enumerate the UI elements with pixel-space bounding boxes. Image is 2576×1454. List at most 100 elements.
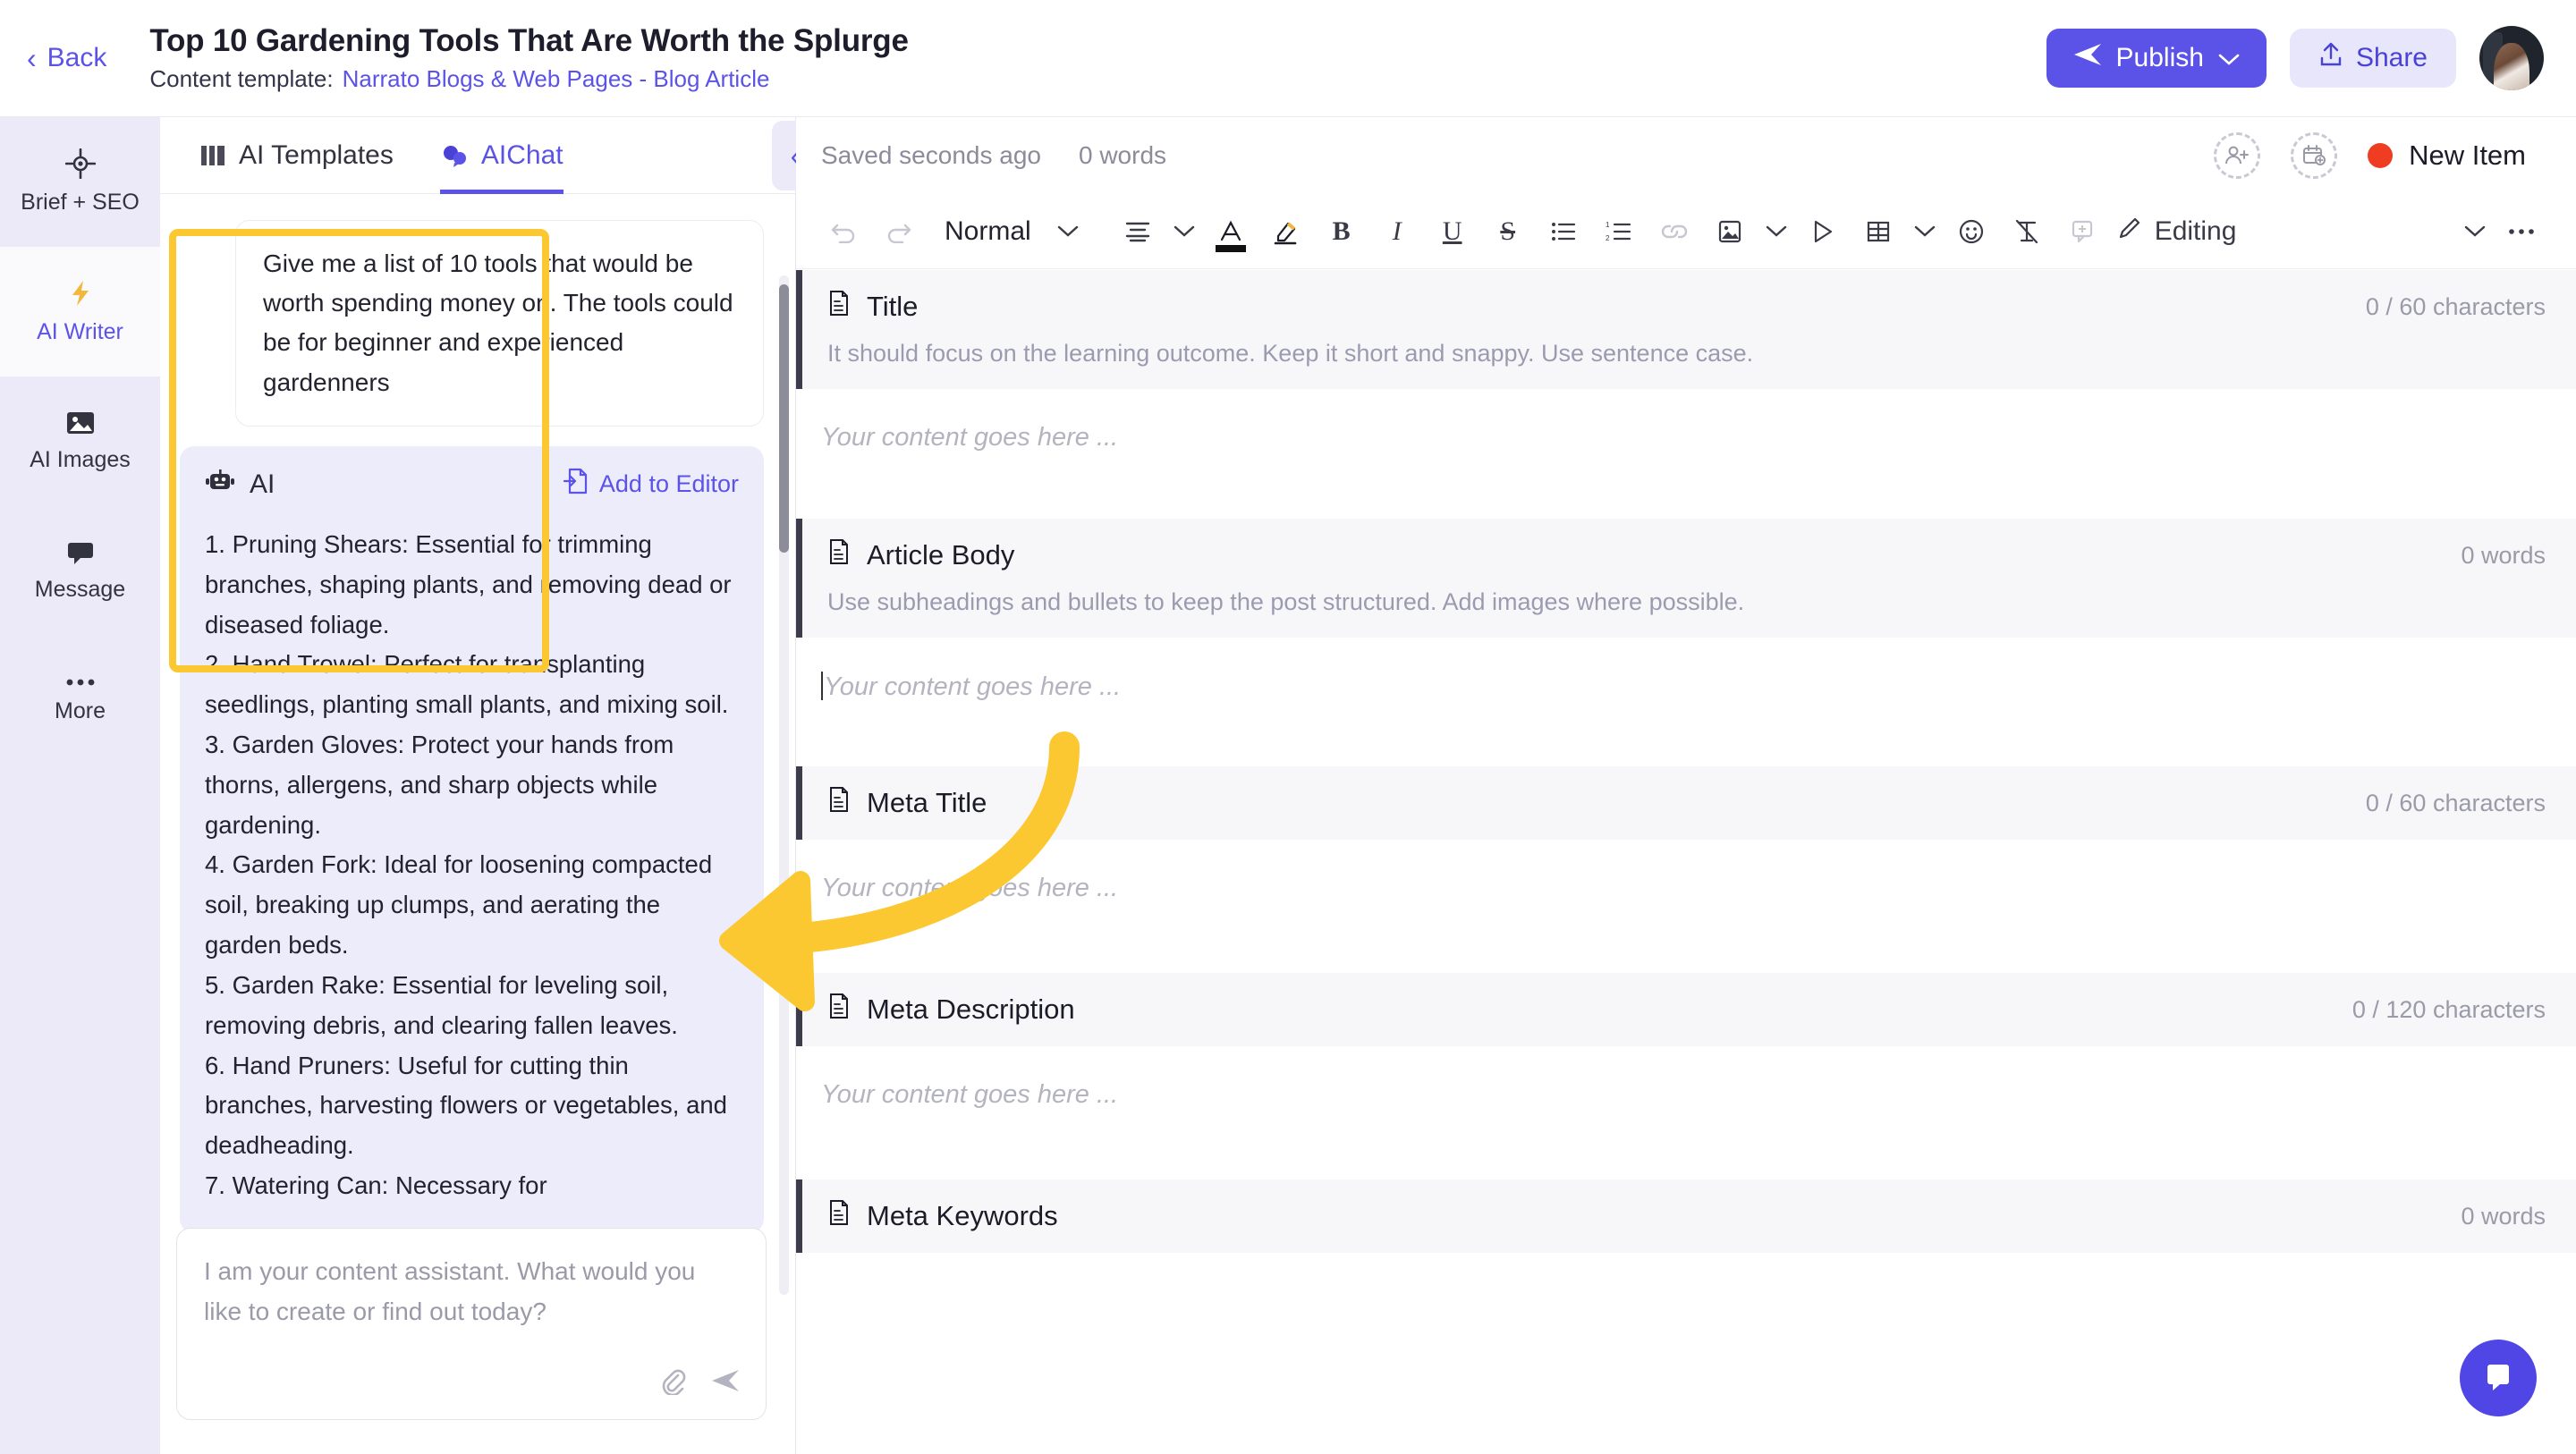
add-to-editor-label: Add to Editor <box>598 470 739 498</box>
tab-label-ai-templates: AI Templates <box>239 139 394 170</box>
upload-icon <box>2318 41 2343 75</box>
section-label: Article Body <box>867 539 1015 571</box>
sidebar-item-more[interactable]: More <box>0 636 160 765</box>
editing-mode-label: Editing <box>2154 216 2237 246</box>
ai-chat-panel: AI Templates AIChat ‹ Give me a list of … <box>160 117 818 1454</box>
emoji-icon[interactable] <box>1944 204 1999 259</box>
chevron-down-icon[interactable] <box>1906 204 1944 259</box>
chat-launcher-icon <box>2479 1357 2518 1400</box>
content-template-link[interactable]: Narrato Blogs & Web Pages - Blog Article <box>343 65 770 93</box>
link-icon[interactable] <box>1647 204 1702 259</box>
add-comment-icon[interactable] <box>2055 204 2110 259</box>
chevron-down-icon[interactable] <box>1049 204 1087 259</box>
numbered-list-icon[interactable]: 1 2 <box>1591 204 1647 259</box>
chevron-down-icon <box>2218 43 2240 73</box>
section-counter: 0 / 60 characters <box>2365 789 2546 816</box>
section-title-group: Title <box>827 290 918 324</box>
sidebar-label-more: More <box>55 698 106 723</box>
font-color-swatch <box>1215 244 1246 252</box>
chat-scrollbar-thumb[interactable] <box>779 284 789 553</box>
status-badge-new-item[interactable]: New Item <box>2368 139 2526 172</box>
italic-icon[interactable]: I <box>1369 204 1425 259</box>
chevron-down-icon[interactable] <box>2456 204 2494 259</box>
section-meta-description: Meta Description 0 / 120 characters Your… <box>796 973 2576 1110</box>
more-options-icon[interactable] <box>2494 204 2549 259</box>
page-title: Top 10 Gardening Tools That Are Worth th… <box>149 23 909 58</box>
chat-message-list[interactable]: Give me a list of 10 tools that would be… <box>160 195 796 1304</box>
attachment-icon[interactable] <box>658 1366 687 1399</box>
sidebar-item-ai-writer[interactable]: AI Writer <box>0 247 160 376</box>
ellipsis-icon <box>64 677 97 688</box>
insert-video-icon[interactable] <box>1795 204 1851 259</box>
chevron-down-icon[interactable] <box>1165 204 1203 259</box>
share-button[interactable]: Share <box>2289 29 2456 88</box>
clear-formatting-icon[interactable] <box>1999 204 2055 259</box>
section-placeholder: Your content goes here ... <box>821 423 1119 452</box>
text-caret <box>821 672 823 700</box>
section-counter: 0 / 120 characters <box>2351 995 2546 1023</box>
section-meta-keywords: Meta Keywords 0 words <box>796 1179 2576 1253</box>
add-to-editor-button[interactable]: Add to Editor <box>563 468 739 501</box>
section-placeholder: Your content goes here ... <box>821 1080 1119 1109</box>
title-block: Top 10 Gardening Tools That Are Worth th… <box>149 23 909 93</box>
section-title-group: Meta Title <box>827 786 987 820</box>
editor-status-bar: Saved seconds ago 0 words New Item <box>796 117 2576 194</box>
ai-sender: AI <box>205 468 275 502</box>
editing-mode-button[interactable]: Editing <box>2110 216 2237 248</box>
add-to-document-icon <box>563 468 589 501</box>
tab-aichat[interactable]: AIChat <box>440 117 564 194</box>
sidebar-item-message[interactable]: Message <box>0 506 160 636</box>
chevron-down-icon[interactable] <box>1758 204 1795 259</box>
undo-icon[interactable] <box>816 204 871 259</box>
add-assignee-button[interactable] <box>2214 132 2261 179</box>
tab-ai-templates[interactable]: AI Templates <box>199 117 394 194</box>
section-header: Meta Description 0 / 120 characters <box>796 973 2576 1046</box>
underline-icon[interactable]: U <box>1425 204 1480 259</box>
avatar[interactable] <box>2479 26 2544 90</box>
sidebar-item-brief-seo[interactable]: Brief + SEO <box>0 117 160 247</box>
insert-image-icon[interactable] <box>1702 204 1758 259</box>
sidebar-item-ai-images[interactable]: AI Images <box>0 376 160 506</box>
section-input-meta-title[interactable]: Your content goes here ... <box>796 840 2576 903</box>
target-icon <box>64 148 96 179</box>
section-hint: Use subheadings and bullets to keep the … <box>827 588 1745 615</box>
saved-status: Saved seconds ago <box>821 141 1041 169</box>
insert-table-icon[interactable] <box>1851 204 1906 259</box>
section-title-group: Meta Keywords <box>827 1199 1058 1233</box>
back-button[interactable]: ‹ Back <box>27 43 106 73</box>
ai-sender-label: AI <box>250 469 275 499</box>
lightning-icon <box>65 278 96 309</box>
word-count: 0 words <box>1078 141 1167 169</box>
strikethrough-icon[interactable]: S <box>1480 204 1536 259</box>
chat-input-placeholder: I am your content assistant. What would … <box>204 1257 696 1325</box>
chat-message-ai-body: 1. Pruning Shears: Essential for trimmin… <box>205 529 732 1199</box>
font-color-icon[interactable] <box>1203 204 1258 259</box>
highlight-icon[interactable] <box>1258 204 1314 259</box>
chat-composer[interactable]: I am your content assistant. What would … <box>176 1228 767 1420</box>
document-icon <box>827 538 851 572</box>
bold-icon[interactable]: B <box>1314 204 1369 259</box>
section-title-group: Meta Description <box>827 993 1075 1027</box>
bulleted-list-icon[interactable] <box>1536 204 1591 259</box>
redo-icon[interactable] <box>871 204 927 259</box>
share-label: Share <box>2355 43 2428 72</box>
intercom-launcher-button[interactable] <box>2460 1340 2537 1416</box>
section-counter: 0 words <box>2461 1202 2546 1230</box>
pencil-icon <box>2117 216 2142 248</box>
send-icon[interactable] <box>710 1368 741 1398</box>
paragraph-style-select[interactable]: Normal <box>927 216 1049 247</box>
add-due-date-button[interactable] <box>2291 132 2338 179</box>
section-input-title[interactable]: Your content goes here ... <box>796 389 2576 452</box>
section-input-meta-description[interactable]: Your content goes here ... <box>796 1046 2576 1110</box>
align-icon[interactable] <box>1110 204 1165 259</box>
status-badge-label: New Item <box>2409 139 2526 171</box>
sidebar-label-brief-seo: Brief + SEO <box>21 190 140 215</box>
section-label: Title <box>867 291 919 322</box>
svg-text:2: 2 <box>1606 234 1610 242</box>
document-icon <box>827 290 851 324</box>
section-input-article-body[interactable]: Your content goes here ... <box>796 638 2576 702</box>
section-hint: It should focus on the learning outcome.… <box>827 340 1754 367</box>
top-bar-actions: Publish Share <box>2046 26 2544 90</box>
publish-button[interactable]: Publish <box>2046 29 2267 88</box>
image-icon <box>65 410 96 436</box>
